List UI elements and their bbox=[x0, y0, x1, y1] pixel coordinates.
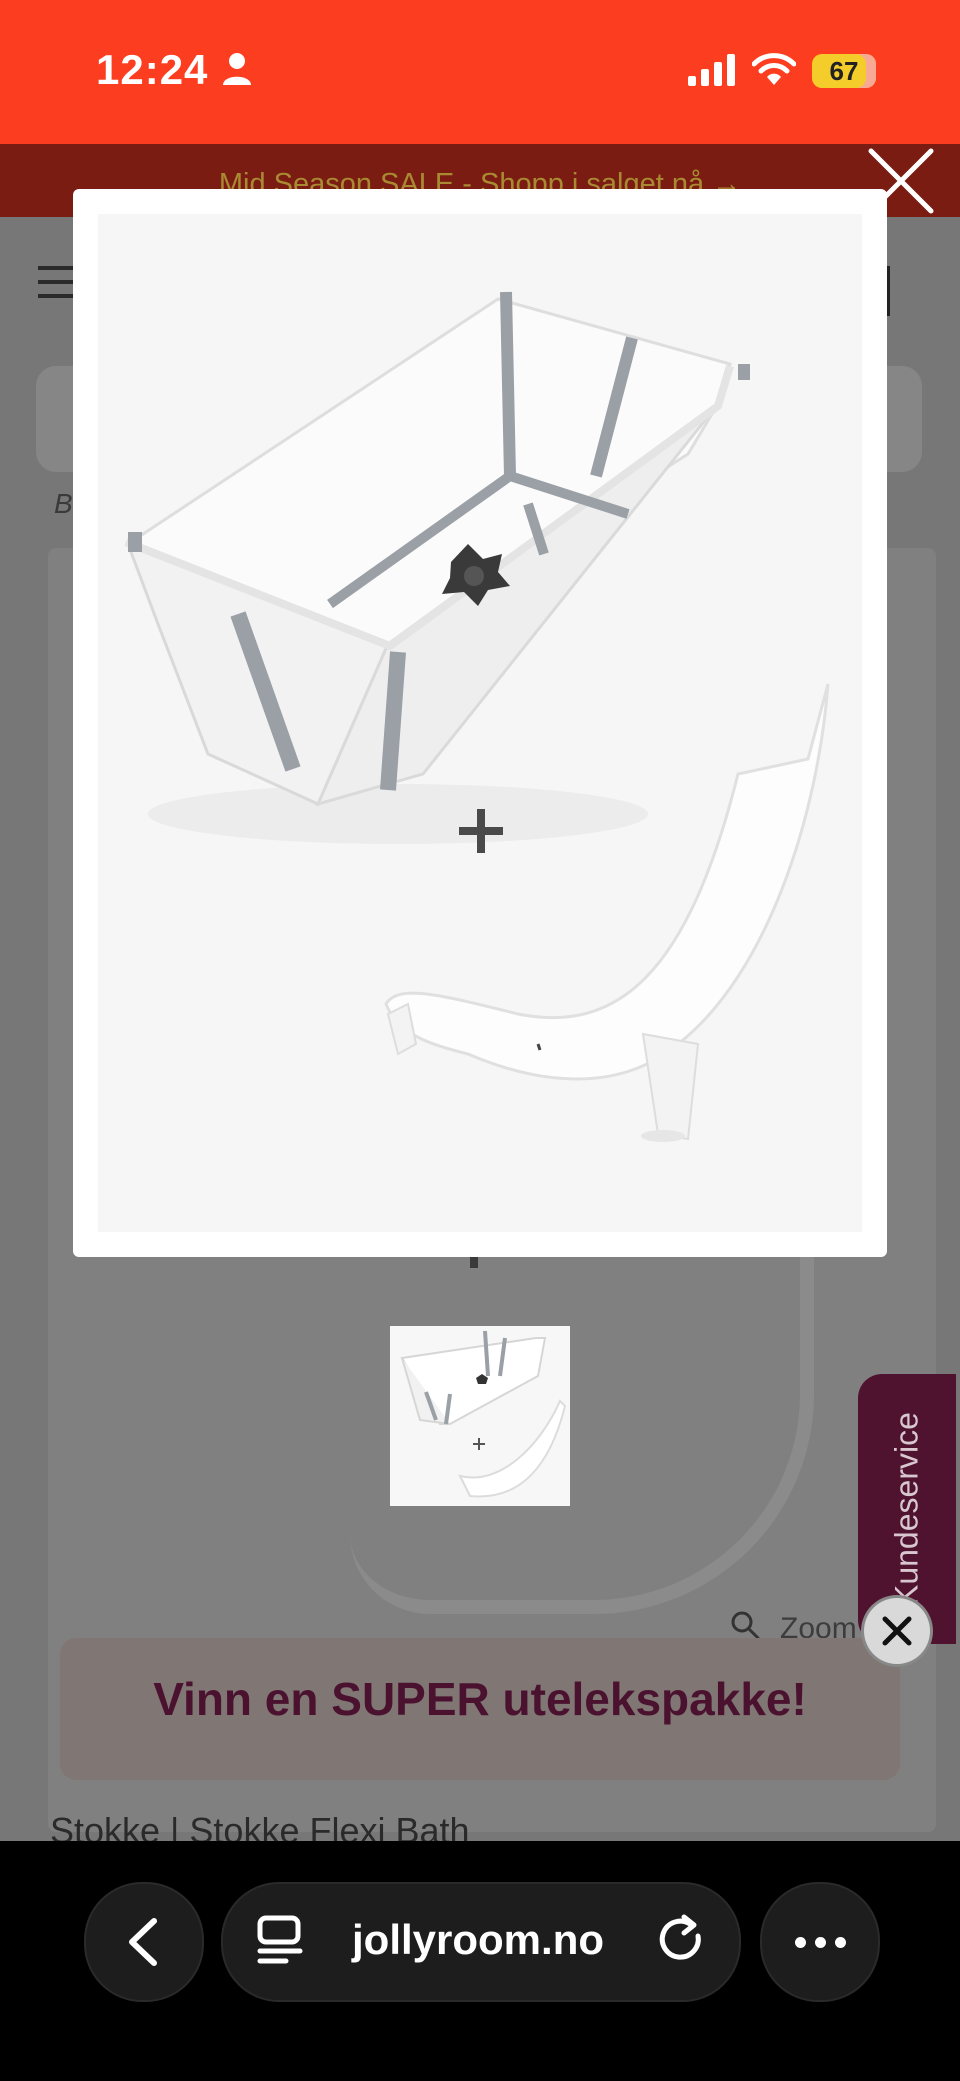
modal-product-image[interactable] bbox=[98, 214, 862, 1232]
gallery-thumbnail[interactable] bbox=[390, 1326, 570, 1506]
breadcrumb[interactable]: B bbox=[54, 488, 73, 520]
battery-indicator: 67 bbox=[812, 54, 876, 88]
wifi-icon bbox=[752, 53, 796, 85]
search-icon[interactable] bbox=[730, 1610, 760, 1640]
back-button[interactable] bbox=[84, 1882, 204, 2002]
reload-icon[interactable] bbox=[656, 1914, 708, 1966]
close-icon bbox=[882, 1616, 912, 1646]
hamburger-icon[interactable] bbox=[38, 266, 74, 308]
url-text[interactable]: jollyroom.no bbox=[352, 1914, 622, 1966]
bath-tub-image bbox=[98, 214, 862, 1232]
bath-tub-thumbnail-image bbox=[390, 1326, 570, 1506]
more-icon-dot bbox=[814, 1936, 826, 1948]
more-icon-dot bbox=[834, 1936, 846, 1948]
promo-banner-text[interactable]: Vinn en SUPER utelekspakke! bbox=[60, 1672, 900, 1726]
more-button[interactable] bbox=[760, 1882, 880, 2002]
back-icon bbox=[129, 1918, 157, 1966]
person-icon bbox=[223, 53, 251, 85]
reader-icon[interactable] bbox=[256, 1914, 304, 1966]
more-icon bbox=[794, 1936, 806, 1948]
signal-icon bbox=[688, 54, 735, 86]
status-time: 12:24 bbox=[96, 46, 209, 93]
promo-close-button[interactable] bbox=[864, 1598, 930, 1664]
close-icon[interactable] bbox=[866, 146, 936, 216]
